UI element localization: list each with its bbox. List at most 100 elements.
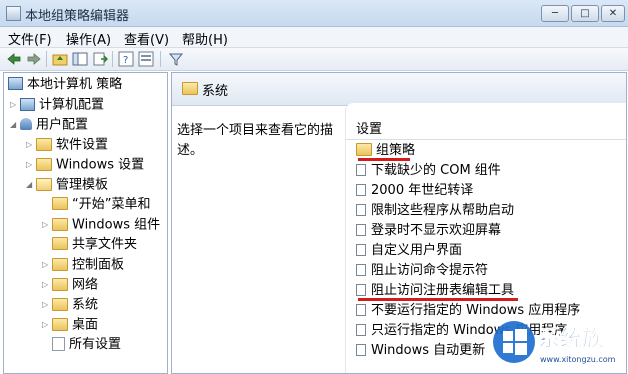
setting-icon: [356, 263, 366, 276]
help-icon[interactable]: ?: [118, 51, 134, 67]
menu-help[interactable]: 帮助(H): [182, 29, 228, 48]
tree-item-windows-settings[interactable]: ▷ Windows 设置: [26, 155, 144, 175]
tree-item-network[interactable]: ▷ 网络: [42, 275, 98, 295]
expand-arrow-icon[interactable]: ▷: [42, 295, 52, 315]
folder-icon: [52, 237, 68, 250]
expand-arrow-icon[interactable]: ▷: [26, 135, 36, 155]
collapse-arrow-icon[interactable]: ◢: [26, 175, 36, 195]
menu-file[interactable]: 文件(F): [8, 29, 52, 48]
window-title: 本地组策略编辑器: [25, 9, 130, 24]
tree-item-computer-config[interactable]: ▷ 计算机配置: [10, 95, 104, 115]
tree-item-all-settings[interactable]: 所有设置: [42, 335, 121, 355]
back-arrow-icon[interactable]: [6, 51, 22, 67]
tree-label: 用户配置: [36, 117, 89, 133]
computer-icon: [20, 97, 35, 111]
menu-action[interactable]: 操作(A): [66, 29, 111, 48]
toolbar-separator: [160, 51, 161, 67]
close-button[interactable]: ✕: [601, 5, 625, 22]
list-item[interactable]: 登录时不显示欢迎屏幕: [356, 221, 501, 241]
tree-label: 网络: [72, 277, 99, 293]
setting-icon: [356, 283, 366, 296]
forward-arrow-icon[interactable]: [26, 51, 42, 67]
maximize-button[interactable]: □: [571, 5, 599, 22]
tree-item-control-panel[interactable]: ▷ 控制面板: [42, 255, 124, 275]
setting-label: 2000 年世纪转译: [371, 183, 474, 198]
tree-item-windows-components[interactable]: ▷ Windows 组件: [42, 215, 160, 235]
svg-text:?: ?: [123, 55, 128, 66]
folder-open-icon: [36, 177, 52, 191]
tree-item-system[interactable]: ▷ 系统: [42, 295, 98, 315]
tree-pane: 本地计算机 策略 ▷ 计算机配置 ◢ 用户配置 ▷ 软件设置 ▷ Windows 设置 …: [3, 72, 168, 374]
setting-label: 自定义用户界面: [371, 243, 463, 258]
tree-item-user-config[interactable]: ◢ 用户配置: [10, 115, 88, 135]
setting-label: 登录时不显示欢迎屏幕: [371, 223, 502, 238]
setting-label: 组策略: [376, 143, 416, 158]
computer-icon: [8, 77, 23, 90]
app-icon: [6, 6, 21, 21]
list-item[interactable]: 自定义用户界面: [356, 241, 462, 261]
setting-label: 不要运行指定的 Windows 应用程序: [371, 303, 581, 318]
tree-label: 控制面板: [72, 257, 125, 273]
folder-icon: [52, 197, 68, 210]
expand-arrow-icon[interactable]: ▷: [26, 155, 36, 175]
watermark-brand: 系统族: [538, 326, 605, 352]
folder-icon: [52, 277, 68, 291]
expand-arrow-icon[interactable]: ▷: [10, 95, 20, 115]
expand-arrow-icon[interactable]: ▷: [42, 275, 52, 295]
folder-icon: [36, 137, 52, 151]
setting-icon: [356, 223, 366, 236]
watermark-graphic: 系统族 www.xitongzu.com: [493, 321, 616, 364]
tree-item-shared-folders[interactable]: 共享文件夹: [42, 235, 137, 255]
tree-item-root[interactable]: 本地计算机 策略: [8, 75, 122, 95]
filter-icon[interactable]: [168, 51, 184, 67]
tree-label: 本地计算机 策略: [27, 77, 123, 92]
user-icon: [20, 118, 32, 130]
collapse-arrow-icon[interactable]: ◢: [10, 115, 20, 135]
tree-label: 所有设置: [69, 337, 122, 352]
setting-label: 阻止访问命令提示符: [371, 263, 489, 278]
folder-icon: [52, 217, 68, 231]
list-item[interactable]: 2000 年世纪转译: [356, 181, 473, 201]
setting-icon: [356, 343, 366, 356]
setting-icon: [356, 183, 366, 196]
setting-icon: [356, 323, 366, 336]
tree-label: 桌面: [72, 317, 99, 333]
properties-icon[interactable]: [138, 51, 154, 67]
tree-item-desktop[interactable]: ▷ 桌面: [42, 315, 98, 335]
column-header-settings[interactable]: 设置: [356, 118, 382, 137]
expand-arrow-icon[interactable]: ▷: [42, 255, 52, 275]
folder-icon: [36, 157, 52, 171]
setting-label: 限制这些程序从帮助启动: [371, 203, 515, 218]
tree-item-software-settings[interactable]: ▷ 软件设置: [26, 135, 108, 155]
expand-arrow-icon[interactable]: ▷: [42, 315, 52, 335]
setting-label: 阻止访问注册表编辑工具: [371, 283, 515, 298]
tree-label: Windows 设置: [56, 157, 145, 173]
folder-icon: [356, 143, 372, 156]
setting-icon: [356, 243, 366, 256]
minimize-button[interactable]: ─: [541, 5, 569, 22]
toolbar-separator: [112, 51, 113, 67]
tree-label: 共享文件夹: [72, 237, 138, 252]
tree-label: Windows 组件: [72, 217, 161, 233]
tree-item-start-menu[interactable]: “开始”菜单和: [42, 195, 150, 215]
folder-icon: [52, 317, 68, 331]
export-list-icon[interactable]: [92, 51, 109, 67]
setting-label: 下载缺少的 COM 组件: [371, 163, 501, 178]
watermark-logo: 系统族 www.xitongzu.com: [490, 318, 626, 368]
menu-view[interactable]: 查看(V): [124, 29, 169, 48]
description-text: 选择一个项目来查看它的描述。: [177, 123, 334, 158]
setting-icon: [356, 163, 366, 176]
list-item[interactable]: 下载缺少的 COM 组件: [356, 161, 501, 181]
list-item[interactable]: Windows 自动更新: [356, 341, 485, 361]
expand-arrow-icon[interactable]: ▷: [42, 215, 52, 235]
list-item[interactable]: 阻止访问命令提示符: [356, 261, 488, 281]
show-tree-icon[interactable]: [72, 51, 88, 67]
tree-item-admin-templates[interactable]: ◢ 管理模板: [26, 175, 108, 195]
title-bar: 本地组策略编辑器 ─ □ ✕: [0, 0, 628, 27]
folder-icon: [182, 82, 198, 95]
all-settings-icon: [52, 336, 65, 351]
tree-label: 软件设置: [56, 137, 109, 153]
up-folder-icon[interactable]: [52, 51, 68, 67]
tree-label: “开始”菜单和: [72, 197, 151, 212]
list-item[interactable]: 限制这些程序从帮助启动: [356, 201, 514, 221]
